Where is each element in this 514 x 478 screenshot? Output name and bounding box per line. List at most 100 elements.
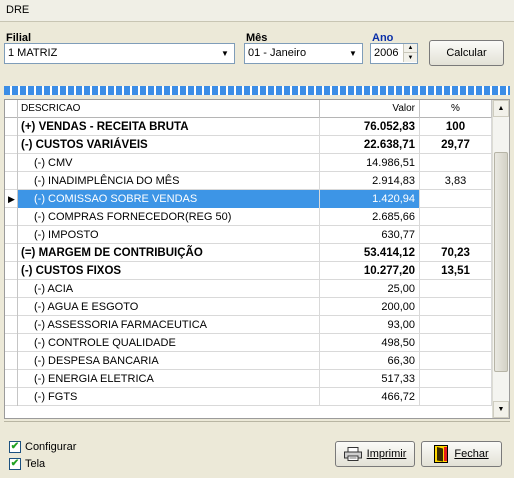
- table-row[interactable]: (+) VENDAS - RECEITA BRUTA 76.052,83 100: [5, 118, 492, 136]
- row-indicator[interactable]: [5, 334, 18, 352]
- row-indicator[interactable]: [5, 136, 18, 154]
- cell-descricao[interactable]: (-) CONTROLE QUALIDADE: [18, 334, 320, 352]
- table-row[interactable]: (-) COMPRAS FORNECEDOR(REG 50) 2.685,66: [5, 208, 492, 226]
- cell-descricao[interactable]: (=) MARGEM DE CONTRIBUIÇÃO: [18, 244, 320, 262]
- row-indicator[interactable]: [5, 118, 18, 136]
- cell-pct[interactable]: 100: [420, 118, 492, 136]
- cell-descricao[interactable]: (-) CUSTOS FIXOS: [18, 262, 320, 280]
- cell-descricao[interactable]: (+) VENDAS - RECEITA BRUTA: [18, 118, 320, 136]
- row-indicator[interactable]: [5, 226, 18, 244]
- table-row[interactable]: (-) CMV 14.986,51: [5, 154, 492, 172]
- cell-descricao[interactable]: (-) COMPRAS FORNECEDOR(REG 50): [18, 208, 320, 226]
- cell-pct[interactable]: [420, 226, 492, 244]
- row-indicator[interactable]: [5, 352, 18, 370]
- table-row[interactable]: (-) IMPOSTO 630,77: [5, 226, 492, 244]
- cell-pct[interactable]: [420, 352, 492, 370]
- cell-descricao[interactable]: (-) ACIA: [18, 280, 320, 298]
- scroll-up-icon[interactable]: ▲: [493, 100, 509, 117]
- cell-pct[interactable]: [420, 154, 492, 172]
- cell-valor[interactable]: 200,00: [320, 298, 420, 316]
- cell-pct[interactable]: 3,83: [420, 172, 492, 190]
- cell-valor[interactable]: 25,00: [320, 280, 420, 298]
- tela-checkbox[interactable]: ✔ Tela: [9, 458, 45, 470]
- chevron-down-icon[interactable]: ▼: [345, 45, 361, 62]
- header-valor[interactable]: Valor: [320, 100, 420, 118]
- cell-pct[interactable]: 29,77: [420, 136, 492, 154]
- row-indicator[interactable]: [5, 154, 18, 172]
- table-row[interactable]: (=) MARGEM DE CONTRIBUIÇÃO 53.414,12 70,23: [5, 244, 492, 262]
- cell-descricao[interactable]: (-) ENERGIA ELETRICA: [18, 370, 320, 388]
- cell-valor[interactable]: 53.414,12: [320, 244, 420, 262]
- header-pct[interactable]: %: [420, 100, 492, 118]
- cell-valor[interactable]: 22.638,71: [320, 136, 420, 154]
- cell-pct[interactable]: [420, 298, 492, 316]
- table-row[interactable]: (-) AGUA E ESGOTO 200,00: [5, 298, 492, 316]
- mes-select[interactable]: 01 - Janeiro ▼: [244, 43, 363, 64]
- cell-valor[interactable]: 10.277,20: [320, 262, 420, 280]
- table-row[interactable]: (-) DESPESA BANCARIA 66,30: [5, 352, 492, 370]
- table-row[interactable]: (-) ENERGIA ELETRICA 517,33: [5, 370, 492, 388]
- cell-descricao[interactable]: (-) AGUA E ESGOTO: [18, 298, 320, 316]
- cell-pct[interactable]: 13,51: [420, 262, 492, 280]
- cell-pct[interactable]: [420, 316, 492, 334]
- cell-pct[interactable]: [420, 280, 492, 298]
- cell-valor[interactable]: 2.685,66: [320, 208, 420, 226]
- scroll-thumb[interactable]: [494, 152, 508, 372]
- table-row[interactable]: (-) INADIMPLÊNCIA DO MÊS 2.914,83 3,83: [5, 172, 492, 190]
- check-icon[interactable]: ✔: [9, 458, 21, 470]
- cell-valor[interactable]: 76.052,83: [320, 118, 420, 136]
- table-row[interactable]: (-) ACIA 25,00: [5, 280, 492, 298]
- cell-valor[interactable]: 498,50: [320, 334, 420, 352]
- cell-pct[interactable]: [420, 208, 492, 226]
- row-indicator[interactable]: [5, 172, 18, 190]
- cell-pct[interactable]: [420, 334, 492, 352]
- cell-valor[interactable]: 93,00: [320, 316, 420, 334]
- cell-valor[interactable]: 2.914,83: [320, 172, 420, 190]
- cell-descricao[interactable]: (-) ASSESSORIA FARMACEUTICA: [18, 316, 320, 334]
- table-row[interactable]: (-) CUSTOS FIXOS 10.277,20 13,51: [5, 262, 492, 280]
- imprimir-button[interactable]: Imprimir: [335, 441, 415, 467]
- cell-pct[interactable]: [420, 190, 492, 208]
- cell-valor[interactable]: 466,72: [320, 388, 420, 406]
- calcular-button[interactable]: Calcular: [429, 40, 504, 66]
- fechar-button[interactable]: Fechar: [421, 441, 502, 467]
- row-indicator[interactable]: [5, 298, 18, 316]
- row-indicator[interactable]: [5, 280, 18, 298]
- cell-pct[interactable]: [420, 370, 492, 388]
- cell-pct[interactable]: 70,23: [420, 244, 492, 262]
- header-descricao[interactable]: DESCRICAO: [18, 100, 320, 118]
- row-indicator[interactable]: [5, 370, 18, 388]
- cell-descricao[interactable]: (-) DESPESA BANCARIA: [18, 352, 320, 370]
- row-indicator[interactable]: [5, 388, 18, 406]
- cell-descricao[interactable]: (-) INADIMPLÊNCIA DO MÊS: [18, 172, 320, 190]
- table-row[interactable]: (-) CONTROLE QUALIDADE 498,50: [5, 334, 492, 352]
- cell-pct[interactable]: [420, 388, 492, 406]
- cell-valor[interactable]: 14.986,51: [320, 154, 420, 172]
- cell-descricao[interactable]: (-) CUSTOS VARIÁVEIS: [18, 136, 320, 154]
- vertical-scrollbar[interactable]: ▲ ▼: [492, 100, 509, 418]
- filial-select[interactable]: 1 MATRIZ ▼: [4, 43, 235, 64]
- row-indicator[interactable]: [5, 208, 18, 226]
- row-indicator[interactable]: [5, 262, 18, 280]
- cell-valor[interactable]: 1.420,94: [320, 190, 420, 208]
- table-row[interactable]: (-) ASSESSORIA FARMACEUTICA 93,00: [5, 316, 492, 334]
- row-indicator[interactable]: [5, 244, 18, 262]
- dre-grid[interactable]: DESCRICAO Valor % (+) VENDAS - RECEITA B…: [4, 99, 510, 419]
- ano-spinner[interactable]: 2006 ▲ ▼: [370, 43, 418, 64]
- cell-valor[interactable]: 66,30: [320, 352, 420, 370]
- cell-descricao[interactable]: (-) CMV: [18, 154, 320, 172]
- cell-descricao[interactable]: (-) COMISSAO SOBRE VENDAS: [18, 190, 320, 208]
- spin-up-icon[interactable]: ▲: [403, 44, 417, 53]
- cell-valor[interactable]: 517,33: [320, 370, 420, 388]
- cell-valor[interactable]: 630,77: [320, 226, 420, 244]
- configurar-checkbox[interactable]: ✔ Configurar: [9, 441, 76, 453]
- cell-descricao[interactable]: (-) FGTS: [18, 388, 320, 406]
- row-indicator[interactable]: ▶: [5, 190, 18, 208]
- table-row[interactable]: ▶ (-) COMISSAO SOBRE VENDAS 1.420,94: [5, 190, 492, 208]
- check-icon[interactable]: ✔: [9, 441, 21, 453]
- chevron-down-icon[interactable]: ▼: [217, 45, 233, 62]
- table-row[interactable]: (-) CUSTOS VARIÁVEIS 22.638,71 29,77: [5, 136, 492, 154]
- scroll-down-icon[interactable]: ▼: [493, 401, 509, 418]
- spin-down-icon[interactable]: ▼: [403, 53, 417, 62]
- cell-descricao[interactable]: (-) IMPOSTO: [18, 226, 320, 244]
